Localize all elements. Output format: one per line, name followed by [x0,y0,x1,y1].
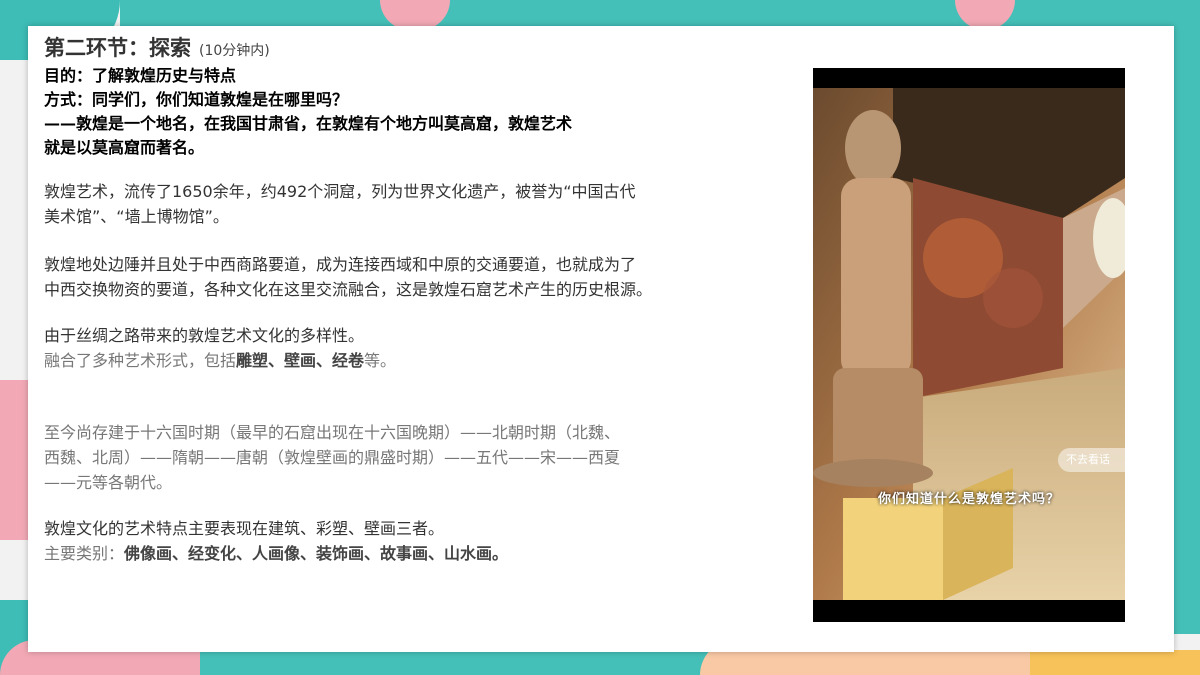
paragraph-line: 主要类别：佛像画、经变化、人画像、装饰画、故事画、山水画。 [44,541,508,566]
slide-card: 第二环节：探索 (10分钟内) 目的：了解敦煌历史与特点 方式：同学们，你们知道敦… [28,26,1174,652]
title-time-note: (10分钟内) [199,43,270,59]
answer-line-2: 就是以莫高窟而著名。 [44,138,205,157]
paragraph-line: 敦煌艺术，流传了1650余年，约492个洞窟，列为世界文化遗产，被誉为“中国古代 [44,182,636,201]
paragraph-text: 等。 [364,351,397,370]
paragraph-bold-text: 佛像画、经变化、人画像、装饰画、故事画、山水画。 [124,544,509,563]
paragraph-line: 由于丝绸之路带来的敦煌艺术文化的多样性。 [44,326,365,345]
paragraph-art-history: 敦煌艺术，流传了1650余年，约492个洞窟，列为世界文化遗产，被誉为“中国古代… [44,179,636,229]
method-line: 方式：同学们，你们知道敦煌是在哪里吗？ [44,90,349,109]
paragraph-diversity: 由于丝绸之路带来的敦煌艺术文化的多样性。 融合了多种艺术形式，包括雕塑、壁画、经… [44,323,396,373]
paragraph-line: 至今尚存建于十六国时期（最早的石窟出现在十六国晚期）——北朝时期（北魏、 [44,423,621,442]
purpose-line: 目的：了解敦煌历史与特点 [44,66,237,85]
paragraph-line: 敦煌文化的艺术特点主要表现在建筑、彩塑、壁画三者。 [44,519,445,538]
paragraph-line: 融合了多种艺术形式，包括雕塑、壁画、经卷等。 [44,348,396,373]
answer-line-1: ——敦煌是一个地名，在我国甘肃省，在敦煌有个地方叫莫高窟，敦煌艺术 [44,114,573,133]
background-teal-right [1174,34,1200,634]
background-pink-left [0,380,30,540]
video-frame [813,68,1125,622]
video-subtitle: 你们知道什么是敦煌艺术吗？ [877,492,1060,507]
background-yellow-bottom-right [1030,650,1200,675]
paragraph-text: 主要类别： [44,544,125,563]
video-watermark: 不去看话 [1058,448,1125,472]
paragraph-geography: 敦煌地处边陲并且处于中西商路要道，成为连接西域和中原的交通要道，也就成为了 中西… [44,252,652,302]
paragraph-line: ——元等各朝代。 [44,473,173,492]
paragraph-line: 美术馆”、“墙上博物馆”。 [44,207,229,226]
paragraph-line: 敦煌地处边陲并且处于中西商路要道，成为连接西域和中原的交通要道，也就成为了 [44,255,637,274]
paragraph-bold-text: 雕塑、壁画、经卷 [236,351,365,370]
paragraph-dynasties: 至今尚存建于十六国时期（最早的石窟出现在十六国晚期）——北朝时期（北魏、 西魏、… [44,420,620,495]
paragraph-text: 融合了多种艺术形式，包括 [44,351,237,370]
paragraph-line: 中西交换物资的要道，各种文化在这里交流融合，这是敦煌石窟艺术产生的历史根源。 [44,280,653,299]
video-player[interactable]: 不去看话 你们知道什么是敦煌艺术吗？ [813,68,1125,622]
paragraph-features: 敦煌文化的艺术特点主要表现在建筑、彩塑、壁画三者。 主要类别：佛像画、经变化、人… [44,516,508,566]
slide-title: 第二环节：探索 [44,36,191,60]
paragraph-line: 西魏、北周）——隋朝——唐朝（敦煌壁画的鼎盛时期）——五代——宋——西夏 [44,448,621,467]
title-row: 第二环节：探索 (10分钟内) [44,32,270,62]
